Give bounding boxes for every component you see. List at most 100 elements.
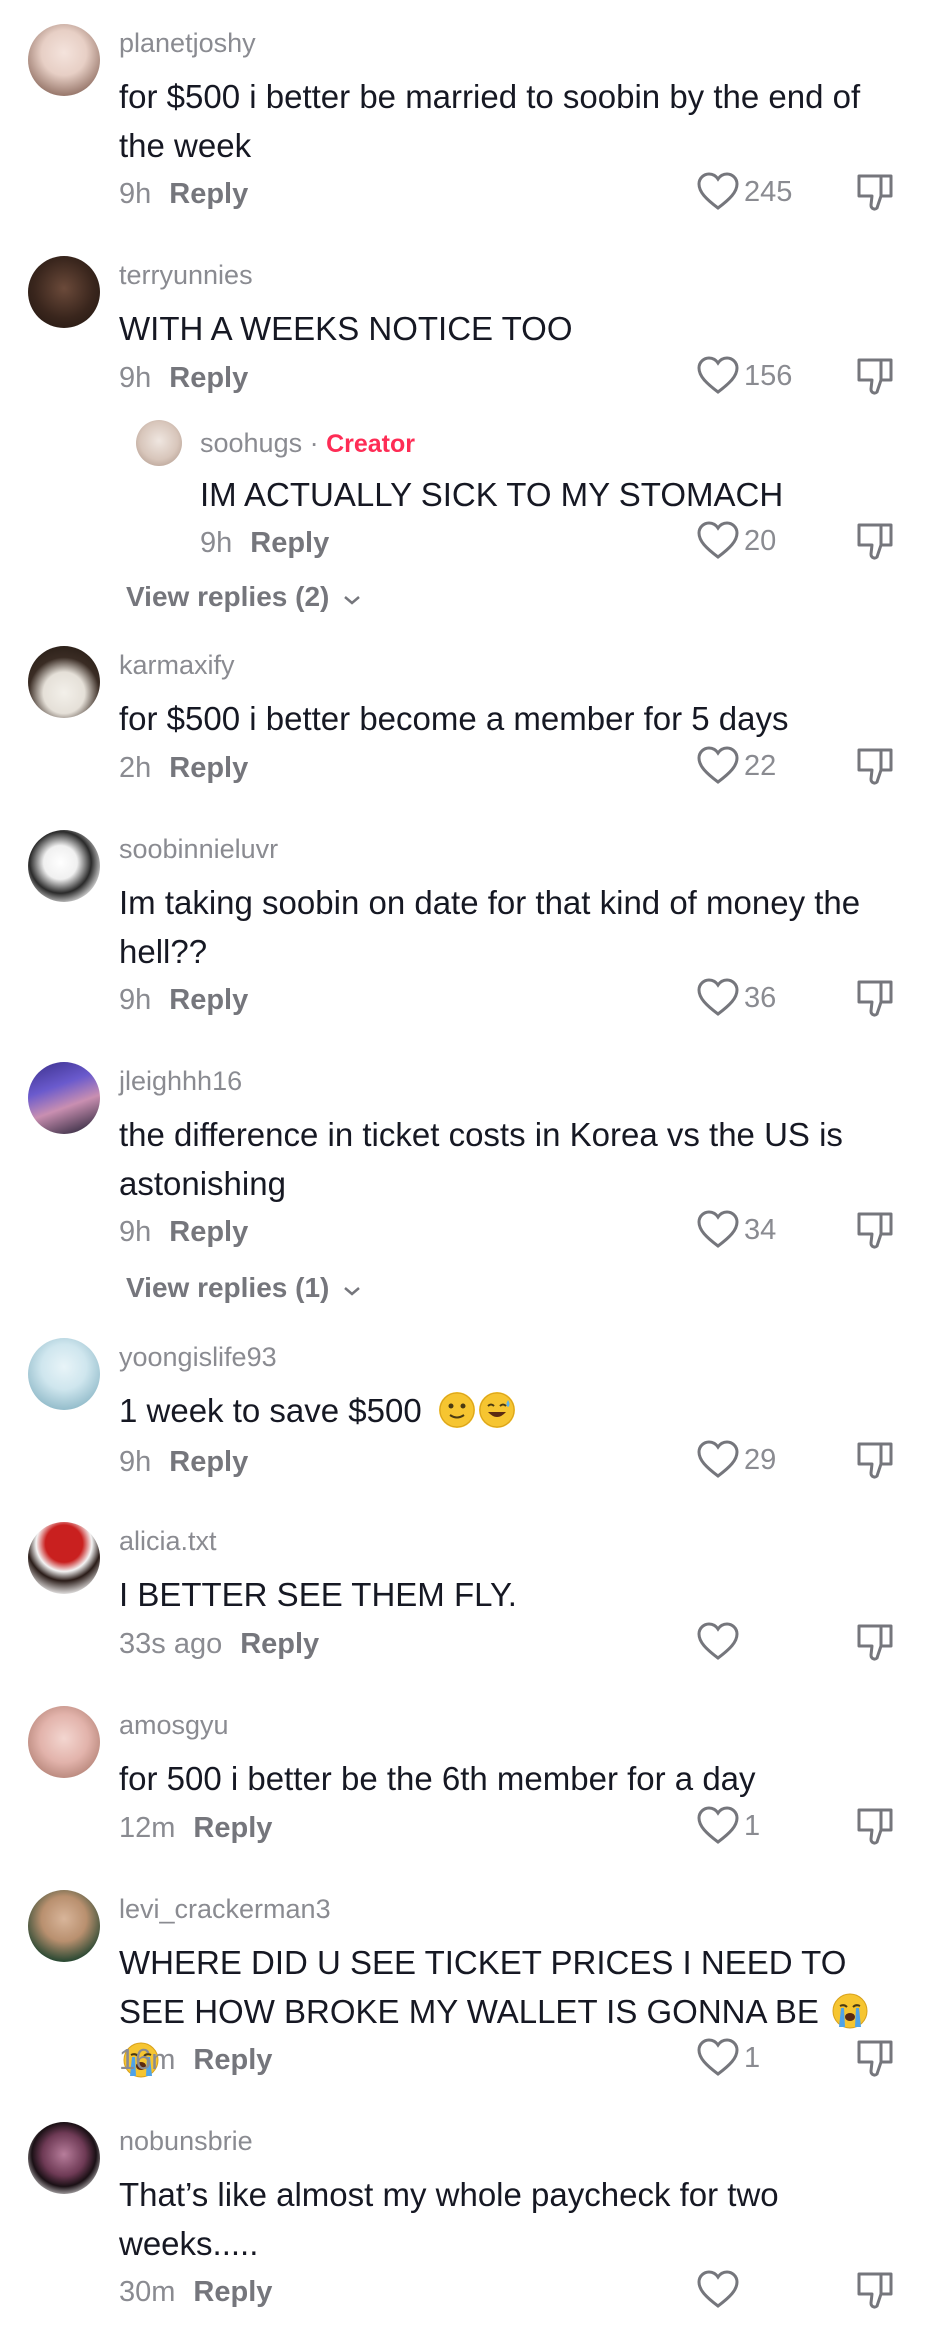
comment-time: 16m xyxy=(119,2044,176,2076)
like-button[interactable]: 34 xyxy=(696,1208,776,1252)
avatar[interactable] xyxy=(28,256,100,328)
comment-time: 9h xyxy=(119,1216,152,1248)
avatar[interactable] xyxy=(28,1062,100,1134)
avatar[interactable] xyxy=(28,1338,100,1410)
chevron-down-icon xyxy=(344,1287,360,1296)
comment-text: Im taking soobin on date for that kind o… xyxy=(119,884,861,970)
loudly-crying-emoji-icon xyxy=(832,1993,868,2029)
thumbs-down-icon[interactable] xyxy=(855,1210,895,1250)
chevron-down-icon xyxy=(344,596,360,605)
avatar[interactable] xyxy=(28,1706,100,1778)
comment-meta: 9h Reply xyxy=(119,178,248,211)
comment-time: 33s ago xyxy=(119,1628,223,1660)
heart-outline-icon xyxy=(697,978,739,1016)
heart-outline-icon xyxy=(697,746,739,784)
comment-time: 2h xyxy=(119,752,152,784)
comment-username-row: soohugs · Creator xyxy=(200,428,415,459)
reply-button[interactable]: Reply xyxy=(169,362,248,394)
heart-outline-icon xyxy=(697,356,739,394)
heart-outline-icon xyxy=(697,1440,739,1478)
comment-username[interactable]: amosgyu xyxy=(119,1710,229,1741)
like-button[interactable]: 20 xyxy=(696,519,776,563)
thumbs-down-icon[interactable] xyxy=(855,521,895,561)
comment-username[interactable]: planetjoshy xyxy=(119,28,256,59)
comment-meta: 9h Reply xyxy=(119,362,248,395)
comment-username[interactable]: terryunnies xyxy=(119,260,253,291)
comment-username[interactable]: alicia.txt xyxy=(119,1526,217,1557)
avatar[interactable] xyxy=(28,646,100,718)
like-count: 156 xyxy=(744,359,793,392)
comment-meta: 12m Reply xyxy=(119,1812,272,1845)
thumbs-down-icon[interactable] xyxy=(855,1806,895,1846)
thumbs-down-icon[interactable] xyxy=(855,1440,895,1480)
avatar[interactable] xyxy=(28,830,100,902)
reply-button[interactable]: Reply xyxy=(169,1216,248,1248)
thumbs-down-icon[interactable] xyxy=(855,1622,895,1662)
heart-outline-icon xyxy=(697,1210,739,1248)
reply-button[interactable]: Reply xyxy=(169,752,248,784)
comment-time: 30m xyxy=(119,2276,176,2308)
comment-username[interactable]: nobunsbrie xyxy=(119,2126,253,2157)
like-button[interactable]: 156 xyxy=(696,354,792,398)
avatar[interactable] xyxy=(28,1890,100,1962)
like-button[interactable]: 36 xyxy=(696,976,776,1020)
comment-text: for $500 i better become a member for 5 … xyxy=(119,700,789,737)
like-button[interactable] xyxy=(696,2268,744,2312)
thumbs-down-icon[interactable] xyxy=(855,978,895,1018)
comment-meta: 16m Reply xyxy=(119,2044,272,2077)
comment-username[interactable]: jleighhh16 xyxy=(119,1066,242,1097)
comment-username[interactable]: yoongislife93 xyxy=(119,1342,277,1373)
reply-button[interactable]: Reply xyxy=(193,2276,272,2308)
view-replies-button[interactable]: View replies (1) xyxy=(126,1272,361,1304)
like-button[interactable] xyxy=(696,1620,744,1664)
comment-username[interactable]: soohugs xyxy=(200,428,302,458)
comment-time: 9h xyxy=(119,1446,152,1478)
heart-outline-icon xyxy=(697,2038,739,2076)
like-count: 29 xyxy=(744,1443,777,1476)
thumbs-down-icon[interactable] xyxy=(855,172,895,212)
comment-meta: 9h Reply xyxy=(119,1446,248,1479)
comment-meta: 30m Reply xyxy=(119,2276,272,2309)
comment-text-row: 1 week to save $500 xyxy=(119,1386,899,1435)
reply-button[interactable]: Reply xyxy=(250,527,329,559)
avatar[interactable] xyxy=(136,420,182,466)
like-count: 36 xyxy=(744,981,777,1014)
like-button[interactable]: 1 xyxy=(696,2036,760,2080)
thumbs-down-icon[interactable] xyxy=(855,356,895,396)
avatar[interactable] xyxy=(28,1522,100,1594)
comment-text: WITH A WEEKS NOTICE TOO xyxy=(119,310,573,347)
comment-username[interactable]: levi_crackerman3 xyxy=(119,1894,331,1925)
reply-button[interactable]: Reply xyxy=(193,1812,272,1844)
like-button[interactable]: 245 xyxy=(696,170,792,214)
reply-button[interactable]: Reply xyxy=(240,1628,319,1660)
comment-text: That’s like almost my whole paycheck for… xyxy=(119,2176,779,2262)
like-button[interactable]: 1 xyxy=(696,1804,760,1848)
comment-text: WHERE DID U SEE TICKET PRICES I NEED TO … xyxy=(119,1944,847,2030)
reply-button[interactable]: Reply xyxy=(169,1446,248,1478)
comment-time: 9h xyxy=(119,178,152,210)
reply-button[interactable]: Reply xyxy=(169,984,248,1016)
comment-meta: 9h Reply xyxy=(119,1216,248,1249)
thumbs-down-icon[interactable] xyxy=(855,2270,895,2310)
reply-button[interactable]: Reply xyxy=(193,2044,272,2076)
comment-time: 9h xyxy=(119,984,152,1016)
heart-outline-icon xyxy=(697,521,739,559)
like-count: 34 xyxy=(744,1213,777,1246)
like-button[interactable]: 29 xyxy=(696,1438,776,1482)
comment-text: 1 week to save $500 xyxy=(119,1392,422,1429)
like-button[interactable]: 22 xyxy=(696,744,776,788)
avatar[interactable] xyxy=(28,24,100,96)
reply-button[interactable]: Reply xyxy=(169,178,248,210)
comment-username[interactable]: soobinnieluvr xyxy=(119,834,278,865)
like-count: 1 xyxy=(744,2041,761,2074)
comment-time: 9h xyxy=(200,527,233,559)
thumbs-down-icon[interactable] xyxy=(855,746,895,786)
comment-time: 12m xyxy=(119,1812,176,1844)
thumbs-down-icon[interactable] xyxy=(855,2038,895,2078)
comment-username[interactable]: karmaxify xyxy=(119,650,235,681)
creator-badge: Creator xyxy=(326,430,416,458)
comment-text: for $500 i better be married to soobin b… xyxy=(119,78,861,164)
view-replies-button[interactable]: View replies (2) xyxy=(126,581,361,613)
comment-text: the difference in ticket costs in Korea … xyxy=(119,1116,843,1202)
avatar[interactable] xyxy=(28,2122,100,2194)
